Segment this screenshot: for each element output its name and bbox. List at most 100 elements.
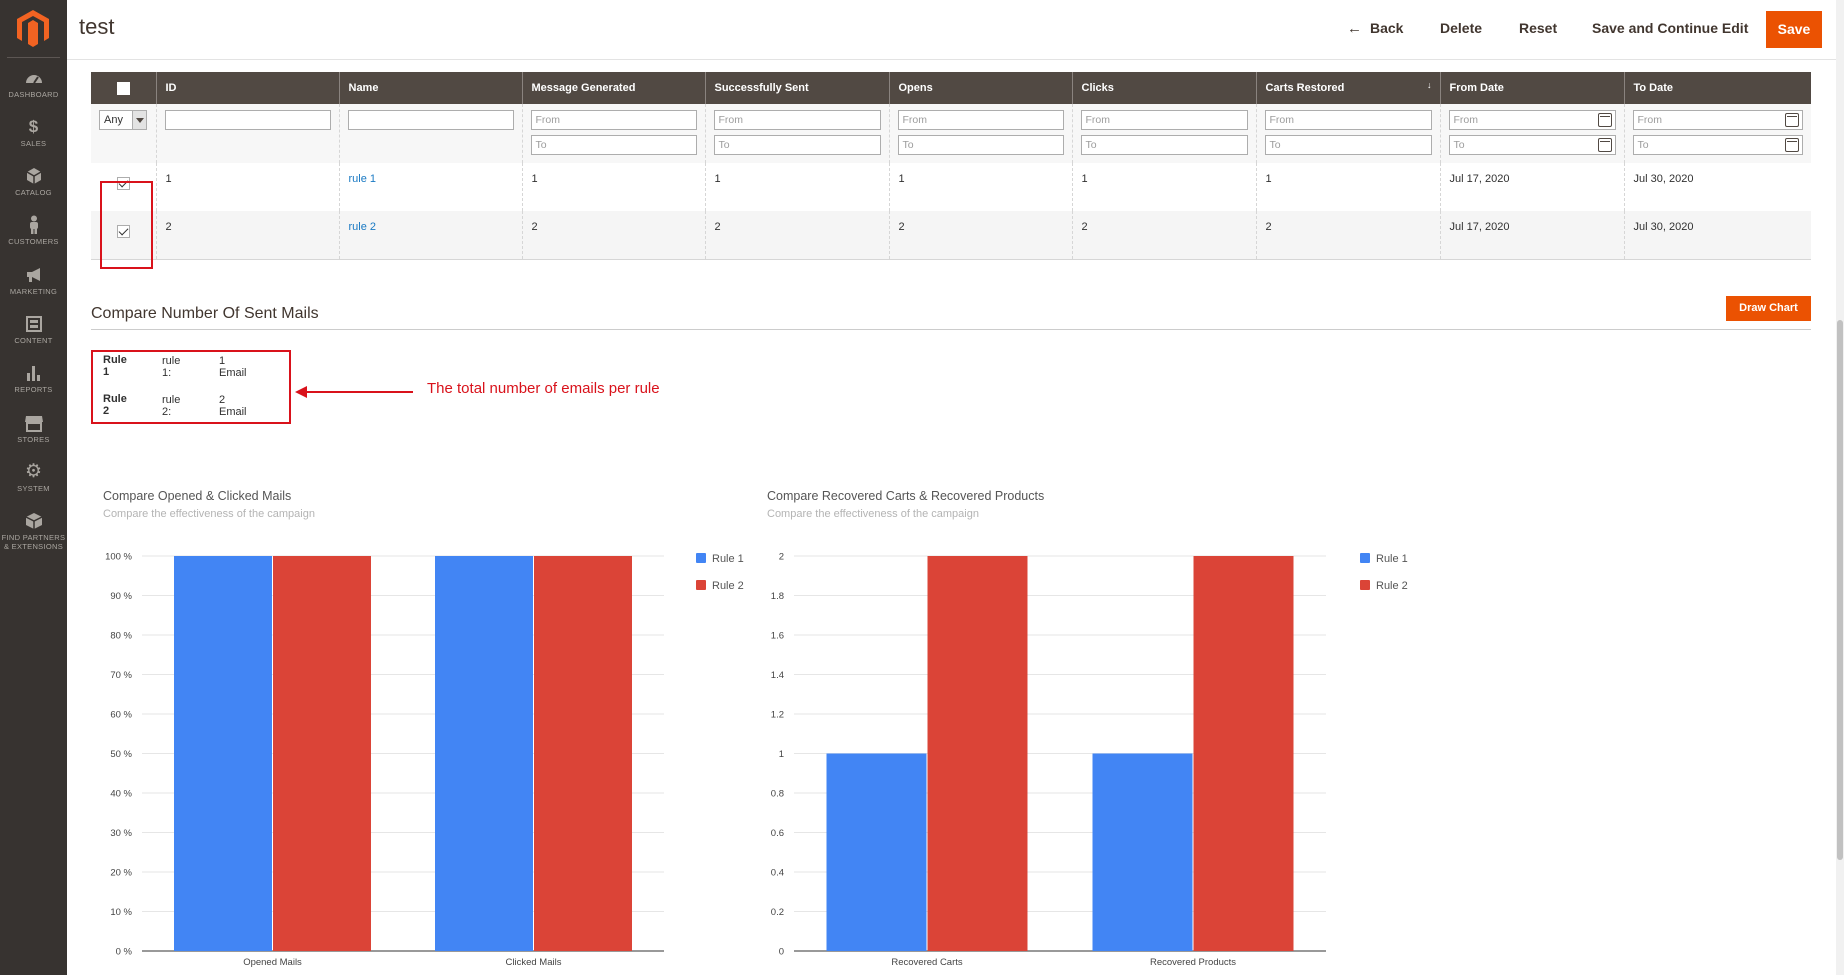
- carts-from-input[interactable]: From: [1264, 110, 1432, 130]
- sidebar-item-customers[interactable]: CUSTOMERS: [0, 215, 67, 246]
- opens-from-input[interactable]: From: [897, 110, 1064, 130]
- column-header-clicks[interactable]: Clicks: [1071, 72, 1256, 104]
- sidebar-item-label: DASHBOARD: [8, 90, 59, 99]
- section-divider: [91, 329, 1811, 330]
- header-divider: [67, 59, 1836, 60]
- column-header-name[interactable]: Name: [338, 72, 522, 104]
- cube-icon: [25, 513, 42, 529]
- sidebar-item-label: STORES: [17, 435, 50, 444]
- sent-cell: 2: [704, 211, 889, 260]
- legend-label: Rule 1: [1376, 553, 1408, 565]
- legend-swatch: [1360, 553, 1370, 563]
- y-tick-label: 2: [779, 552, 784, 563]
- sidebar-item-label: CATALOG: [15, 188, 52, 197]
- delete-button[interactable]: Delete: [1440, 12, 1482, 48]
- save-continue-button[interactable]: Save and Continue Edit: [1592, 12, 1748, 48]
- admin-sidebar: DASHBOARD $ SALES CATALOG CUSTOMERS MARK…: [0, 0, 67, 975]
- save-button[interactable]: Save: [1766, 11, 1822, 48]
- y-tick-label: 0.8: [771, 789, 784, 800]
- x-tick-label: Recovered Carts: [891, 957, 963, 968]
- from-date-from-input[interactable]: From: [1448, 110, 1616, 130]
- generated-from-input[interactable]: From: [530, 110, 697, 130]
- sort-arrow-icon: ↓: [1427, 80, 1432, 90]
- generated-cell: 1: [521, 163, 705, 211]
- select-all-checkbox[interactable]: [116, 81, 130, 95]
- y-tick-label: 0.6: [771, 828, 784, 839]
- gear-icon: ⚙: [24, 461, 43, 482]
- bar-rule-2: [273, 556, 371, 951]
- clicks-to-input[interactable]: To: [1080, 135, 1248, 155]
- chevron-down-icon: [132, 111, 146, 129]
- placeholder-text: To: [1453, 139, 1465, 151]
- opens-to-input[interactable]: To: [897, 135, 1064, 155]
- legend-label: Rule 2: [712, 580, 744, 592]
- opens-cell: 2: [888, 211, 1072, 260]
- legend-label: Rule 1: [712, 553, 744, 565]
- sidebar-item-content[interactable]: CONTENT: [0, 314, 67, 345]
- magento-logo-icon[interactable]: [13, 8, 53, 48]
- sidebar-item-catalog[interactable]: CATALOG: [0, 166, 67, 197]
- select-all-header: [91, 72, 156, 104]
- sidebar-item-partners[interactable]: FIND PARTNERS & EXTENSIONS: [0, 511, 67, 551]
- name-cell: rule 1: [338, 163, 522, 211]
- opens-cell: 1: [888, 163, 1072, 211]
- column-header-successfully-sent[interactable]: Successfully Sent: [704, 72, 889, 104]
- sidebar-item-system[interactable]: ⚙ SYSTEM: [0, 461, 67, 494]
- clicks-from-input[interactable]: From: [1080, 110, 1248, 130]
- calendar-icon[interactable]: [1785, 113, 1799, 127]
- sidebar-item-label: REPORTS: [14, 385, 53, 394]
- opened-clicked-chart: 0 % 10 % 20 % 30 % 40 % 50 % 60 % 70 % 80 % 90 % 1…: [105, 552, 744, 969]
- rules-grid: ID Name Message Generated Successfully S…: [91, 72, 1811, 260]
- filter-cell: [338, 104, 522, 163]
- sent-from-input[interactable]: From: [713, 110, 881, 130]
- column-header-id[interactable]: ID: [155, 72, 339, 104]
- sent-to-input[interactable]: To: [713, 135, 881, 155]
- sidebar-item-reports[interactable]: REPORTS: [0, 363, 67, 394]
- table-row[interactable]: 1 rule 1 1 1 1 1 1 Jul 17, 2020 Jul 30, …: [91, 163, 1811, 211]
- chart1-title: Compare Opened & Clicked Mails: [103, 489, 292, 503]
- name-filter-input[interactable]: [347, 110, 514, 130]
- rule-name-link[interactable]: rule 1: [349, 173, 377, 185]
- bar-chart-icon: [26, 366, 40, 381]
- from-date-to-input[interactable]: To: [1448, 135, 1616, 155]
- column-header-from-date[interactable]: From Date: [1439, 72, 1624, 104]
- filter-cell: From To: [1071, 104, 1256, 163]
- arrow-left-icon: ←: [1347, 20, 1362, 37]
- bar-rule-1: [826, 753, 927, 951]
- y-tick-label: 1: [779, 749, 784, 760]
- back-button[interactable]: ← Back: [1347, 12, 1403, 48]
- table-row[interactable]: 2 rule 2 2 2 2 2 2 Jul 17, 2020 Jul 30, …: [91, 211, 1811, 260]
- page-scrollbar[interactable]: [1836, 0, 1844, 975]
- draw-chart-button[interactable]: Draw Chart: [1726, 296, 1811, 321]
- rule-name-link[interactable]: rule 2: [349, 221, 377, 233]
- sidebar-item-dashboard[interactable]: DASHBOARD: [0, 68, 67, 99]
- scrollbar-thumb[interactable]: [1837, 320, 1843, 860]
- column-header-to-date[interactable]: To Date: [1623, 72, 1811, 104]
- filter-cell: [155, 104, 339, 163]
- id-filter-input[interactable]: [164, 110, 331, 130]
- sidebar-divider: [7, 57, 60, 58]
- to-date-from-input[interactable]: From: [1632, 110, 1803, 130]
- back-label: Back: [1370, 20, 1404, 36]
- reset-button[interactable]: Reset: [1519, 12, 1557, 48]
- select-filter-dropdown[interactable]: Any: [99, 110, 147, 130]
- column-header-carts-restored[interactable]: Carts Restored ↓: [1255, 72, 1440, 104]
- generated-to-input[interactable]: To: [530, 135, 697, 155]
- y-tick-label: 80 %: [110, 631, 132, 642]
- sidebar-item-sales[interactable]: $ SALES: [0, 117, 67, 148]
- calendar-icon[interactable]: [1785, 138, 1799, 152]
- chart2-subtitle: Compare the effectiveness of the campaig…: [767, 508, 979, 520]
- column-header-message-generated[interactable]: Message Generated: [521, 72, 705, 104]
- calendar-icon[interactable]: [1597, 113, 1612, 127]
- sidebar-item-stores[interactable]: STORES: [0, 413, 67, 444]
- sidebar-item-label: FIND PARTNERS & EXTENSIONS: [1, 533, 66, 551]
- sidebar-item-marketing[interactable]: MARKETING: [0, 265, 67, 296]
- select-filter-value: Any: [104, 114, 123, 126]
- to-date-to-input[interactable]: To: [1632, 135, 1803, 155]
- recovered-carts-chart: 0 0.2 0.4 0.6 0.8 1 1.2 1.4 1.6 1.8 2 Recovered Car…: [771, 552, 1408, 969]
- carts-to-input[interactable]: To: [1264, 135, 1432, 155]
- calendar-icon[interactable]: [1597, 138, 1612, 152]
- column-header-opens[interactable]: Opens: [888, 72, 1072, 104]
- chart1-subtitle: Compare the effectiveness of the campaig…: [103, 508, 315, 520]
- layout-icon: [25, 316, 42, 332]
